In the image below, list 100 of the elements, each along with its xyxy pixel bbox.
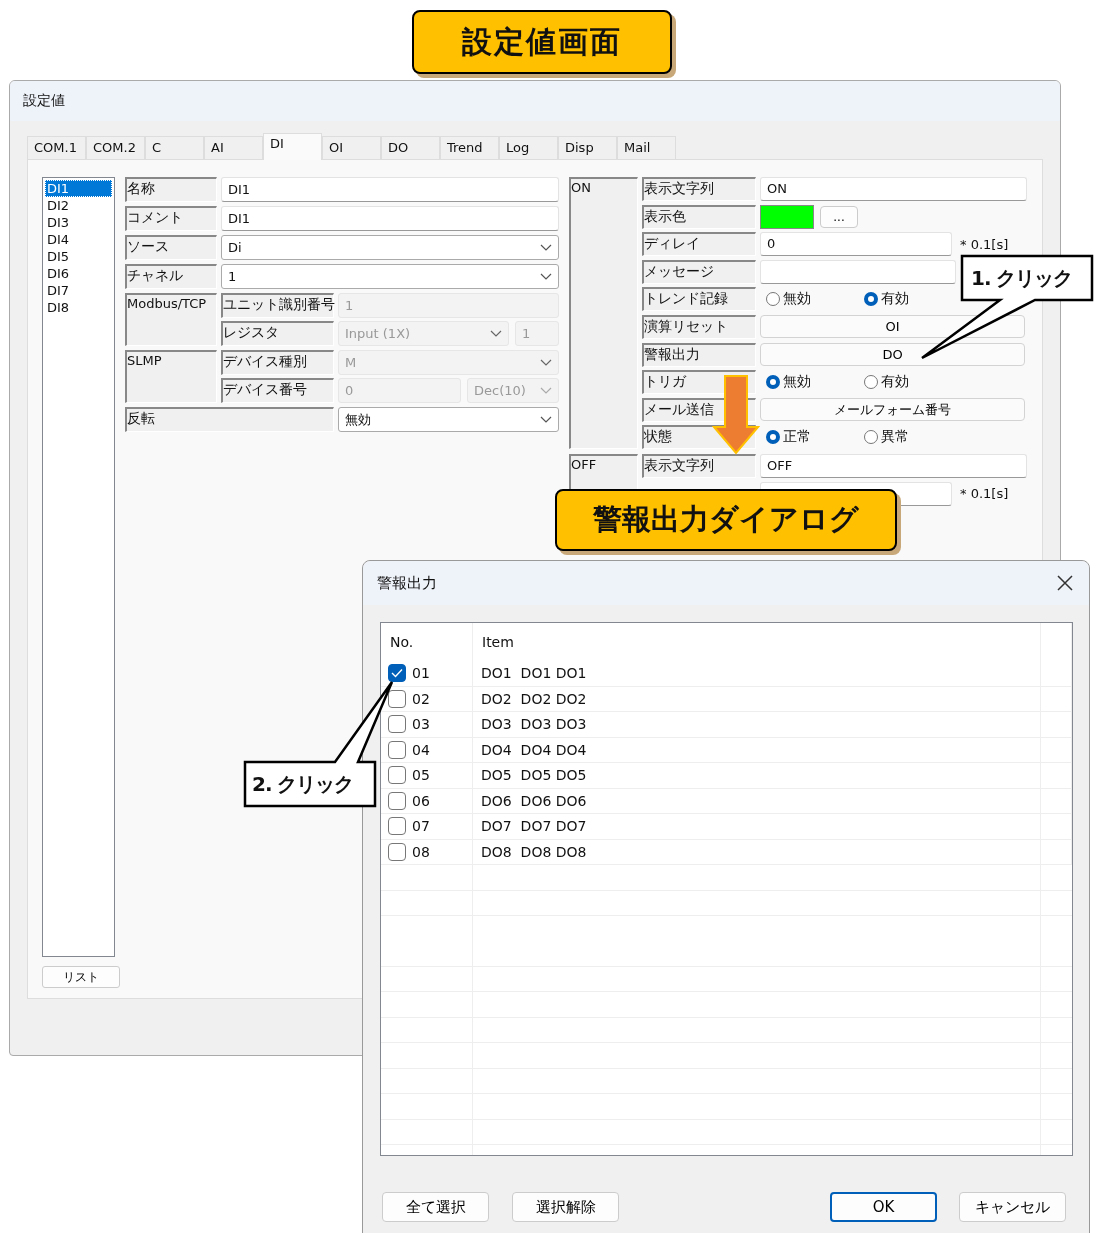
radio-button[interactable] bbox=[766, 375, 780, 390]
tab[interactable]: COM.2 bbox=[86, 136, 145, 159]
text-field[interactable] bbox=[760, 259, 956, 284]
field-label: デバイス種別 bbox=[221, 350, 334, 375]
radio-option[interactable]: 正常 bbox=[760, 428, 858, 447]
field-label: 表示文字列 bbox=[642, 454, 756, 479]
radio-button[interactable] bbox=[864, 430, 878, 445]
checkbox[interactable] bbox=[388, 766, 406, 785]
checkbox[interactable] bbox=[388, 842, 406, 861]
checkbox[interactable] bbox=[388, 791, 406, 810]
radio-label: 有効 bbox=[881, 373, 909, 392]
text-field[interactable]: ON bbox=[760, 177, 1027, 201]
tab[interactable]: C bbox=[145, 136, 204, 159]
tab[interactable]: AI bbox=[204, 136, 263, 159]
field-label: メッセージ bbox=[642, 259, 756, 284]
radio-button[interactable] bbox=[766, 430, 780, 445]
table-cell: DO6 DO6 DO6 bbox=[481, 792, 587, 809]
field-label: 警報出力 bbox=[642, 342, 756, 367]
field-label: 表示色 bbox=[642, 204, 756, 229]
setting-button[interactable]: メールフォーム番号 bbox=[760, 398, 1025, 422]
callout-text: 2. クリック bbox=[252, 771, 354, 798]
field-label: 反転 bbox=[125, 407, 334, 432]
table-cell: DO4 DO4 DO4 bbox=[481, 741, 587, 758]
dialog-button[interactable]: 選択解除 bbox=[512, 1192, 619, 1222]
list-item[interactable]: DI1 bbox=[45, 180, 112, 197]
setting-button[interactable]: OI bbox=[760, 315, 1025, 339]
field-label: 名称 bbox=[125, 177, 217, 202]
radio-button[interactable] bbox=[864, 375, 878, 390]
list-item[interactable]: DI8 bbox=[45, 299, 112, 316]
tab[interactable]: OI bbox=[322, 136, 381, 159]
radio-label: 無効 bbox=[783, 290, 811, 309]
dropdown[interactable]: 1 bbox=[221, 264, 559, 289]
radio-option[interactable]: 有効 bbox=[858, 290, 956, 309]
column-header[interactable]: No. bbox=[381, 623, 473, 661]
table-cell: 04 bbox=[412, 741, 430, 758]
tab[interactable]: DI bbox=[263, 133, 322, 160]
radio-option[interactable]: 有効 bbox=[858, 373, 956, 392]
radio-option[interactable]: 無効 bbox=[760, 373, 858, 392]
radio-option[interactable]: 異常 bbox=[858, 428, 956, 447]
tab[interactable]: Log bbox=[499, 136, 558, 159]
group-label: Modbus/TCP bbox=[125, 293, 217, 346]
dialog-button[interactable]: キャンセル bbox=[959, 1192, 1066, 1222]
checkbox[interactable] bbox=[388, 740, 406, 759]
radio-label: 無効 bbox=[783, 373, 811, 392]
column-header[interactable]: Item bbox=[473, 623, 1041, 661]
unit-label: * 0.1[s] bbox=[960, 486, 1009, 502]
text-field[interactable]: OFF bbox=[760, 454, 1027, 479]
table-cell: DO2 DO2 DO2 bbox=[481, 690, 587, 707]
field-label: チャネル bbox=[125, 264, 217, 289]
field-label: 演算リセット bbox=[642, 314, 756, 339]
field-label: コメント bbox=[125, 206, 217, 231]
tab[interactable]: COM.1 bbox=[27, 136, 86, 159]
tab[interactable]: Trend bbox=[440, 136, 499, 159]
chevron-icon bbox=[490, 329, 502, 338]
checkbox[interactable] bbox=[388, 817, 406, 836]
checkbox[interactable] bbox=[388, 689, 406, 708]
radio-label: 有効 bbox=[881, 290, 909, 309]
text-field[interactable]: DI1 bbox=[221, 177, 559, 202]
tab[interactable]: Mail bbox=[617, 136, 676, 159]
close-icon[interactable] bbox=[1057, 575, 1073, 591]
checkbox[interactable] bbox=[388, 715, 406, 734]
tab[interactable]: Disp bbox=[558, 136, 617, 159]
table-cell: DO3 DO3 DO3 bbox=[481, 716, 587, 733]
table-cell: 07 bbox=[412, 818, 430, 835]
table-cell: 01 bbox=[412, 665, 430, 682]
color-picker-button[interactable]: ... bbox=[820, 205, 858, 228]
chevron-icon bbox=[540, 243, 552, 252]
tab[interactable]: DO bbox=[381, 136, 440, 159]
text-field[interactable]: 0 bbox=[760, 232, 952, 257]
dialog-button[interactable]: OK bbox=[830, 1192, 937, 1222]
list-item[interactable]: DI2 bbox=[45, 197, 112, 214]
chevron-icon bbox=[540, 386, 552, 395]
dropdown[interactable]: 無効 bbox=[338, 407, 559, 432]
radio-label: 正常 bbox=[783, 428, 811, 447]
table-cell: 02 bbox=[412, 690, 430, 707]
field-label: レジスタ bbox=[221, 321, 334, 346]
table-cell: 08 bbox=[412, 843, 430, 860]
table-cell: DO8 DO8 DO8 bbox=[481, 843, 587, 860]
list-button[interactable]: リスト bbox=[42, 966, 120, 988]
setting-button[interactable]: DO bbox=[760, 343, 1025, 367]
field-label: ディレイ bbox=[642, 232, 756, 257]
dropdown[interactable]: Di bbox=[221, 235, 559, 260]
group-label: SLMP bbox=[125, 350, 217, 403]
radio-button[interactable] bbox=[766, 292, 780, 307]
field-label: ソース bbox=[125, 235, 217, 260]
radio-button[interactable] bbox=[864, 292, 878, 307]
list-item[interactable]: DI3 bbox=[45, 214, 112, 231]
list-item[interactable]: DI5 bbox=[45, 248, 112, 265]
radio-option[interactable]: 無効 bbox=[760, 290, 858, 309]
checkbox[interactable] bbox=[388, 664, 406, 683]
list-item[interactable]: DI7 bbox=[45, 282, 112, 299]
table-cell: DO7 DO7 DO7 bbox=[481, 818, 587, 835]
chevron-icon bbox=[540, 358, 552, 367]
list-item[interactable]: DI6 bbox=[45, 265, 112, 282]
list-item[interactable]: DI4 bbox=[45, 231, 112, 248]
check-icon bbox=[391, 668, 403, 679]
table-cell: 03 bbox=[412, 716, 430, 733]
field-label: ユニット識別番号 bbox=[221, 293, 334, 318]
text-field[interactable]: DI1 bbox=[221, 206, 559, 231]
dialog-button[interactable]: 全て選択 bbox=[382, 1192, 489, 1222]
